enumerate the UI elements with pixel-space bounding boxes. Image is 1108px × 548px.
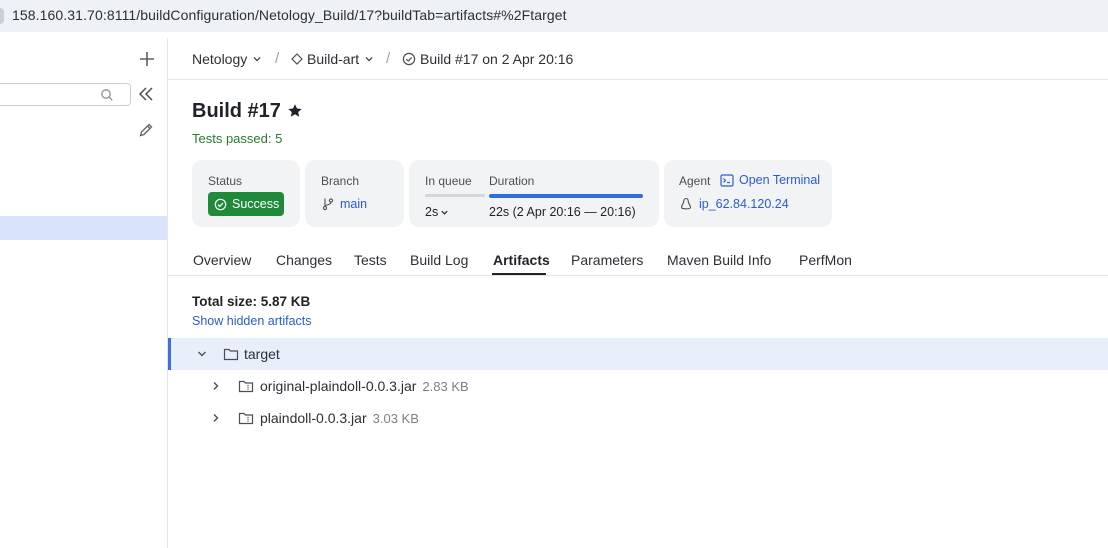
agent-label: Agent <box>679 174 711 188</box>
breadcrumb-project[interactable]: Netology <box>192 51 262 67</box>
folder-name: target <box>244 346 280 362</box>
breadcrumb-build-label: Build #17 on 2 Apr 20:16 <box>420 51 574 67</box>
sidebar-search-input[interactable] <box>0 83 131 106</box>
pencil-icon[interactable] <box>138 122 154 138</box>
queue-value: 2s <box>425 205 439 219</box>
status-card: Status Success <box>192 160 300 227</box>
diamond-icon <box>291 53 303 65</box>
duration-value: 22s (2 Apr 20:16 — 20:16) <box>489 205 636 219</box>
chevron-right-icon[interactable] <box>210 380 222 392</box>
total-size: Total size: 5.87 KB <box>192 294 311 309</box>
breadcrumb: Netology / Build-art / Build #17 on 2 Ap… <box>168 38 1108 80</box>
duration-label: Duration <box>489 174 535 188</box>
tab-artifacts[interactable]: Artifacts <box>493 252 550 268</box>
branch-link[interactable]: main <box>340 197 367 211</box>
url-host: 158.160.31.70 <box>12 7 103 23</box>
url-path: :8111/buildConfiguration/Netology_Build/… <box>102 7 567 23</box>
file-entry: original-plaindoll-0.0.3.jar 2.83 KB <box>260 378 469 394</box>
queue-dropdown[interactable]: 2s <box>425 205 449 219</box>
file-name[interactable]: plaindoll-0.0.3.jar <box>260 410 367 426</box>
git-branch-icon <box>322 198 334 211</box>
search-icon <box>101 89 113 101</box>
status-badge: Success <box>208 192 284 216</box>
file-name[interactable]: original-plaindoll-0.0.3.jar <box>260 378 416 394</box>
breadcrumb-build-config-label: Build-art <box>307 51 360 67</box>
status-value: Success <box>232 197 280 211</box>
plus-icon[interactable] <box>137 49 157 69</box>
chevron-down-icon <box>365 57 373 62</box>
file-size: 3.03 KB <box>372 411 419 426</box>
duration-bar <box>489 194 643 198</box>
archive-icon <box>238 412 254 425</box>
queue-label: In queue <box>425 174 472 188</box>
folder-icon <box>223 348 239 361</box>
tab-build-log[interactable]: Build Log <box>410 252 468 268</box>
chevron-down-icon <box>253 57 261 62</box>
open-terminal-button[interactable]: Open Terminal <box>720 173 820 187</box>
open-terminal-label: Open Terminal <box>739 173 821 187</box>
tree-file-row[interactable]: plaindoll-0.0.3.jar 3.03 KB <box>168 402 1108 434</box>
breadcrumb-separator: / <box>275 50 280 67</box>
sidebar <box>0 38 168 548</box>
collapse-sidebar-icon[interactable] <box>137 85 155 103</box>
status-label: Status <box>208 174 243 188</box>
address-bar[interactable]: 158.160.31.70:8111/buildConfiguration/Ne… <box>0 0 1108 32</box>
breadcrumb-build-config[interactable]: Build-art <box>291 51 374 67</box>
branch-label: Branch <box>321 174 360 188</box>
tree-folder-row[interactable]: target <box>168 338 1108 370</box>
linux-icon <box>680 197 692 210</box>
tests-passed-link[interactable]: Tests passed: 5 <box>192 131 282 146</box>
file-entry: plaindoll-0.0.3.jar 3.03 KB <box>260 410 419 426</box>
terminal-icon <box>720 173 734 187</box>
branch-card: Branch main <box>305 160 404 227</box>
breadcrumb-build[interactable]: Build #17 on 2 Apr 20:16 <box>402 51 573 67</box>
breadcrumb-project-label: Netology <box>192 51 248 67</box>
archive-icon <box>238 380 254 393</box>
branch-value-row[interactable]: main <box>321 197 367 211</box>
tab-perfmon[interactable]: PerfMon <box>799 252 852 268</box>
timing-card: In queue Duration 2s 22s (2 Apr 20:16 — … <box>409 160 659 227</box>
file-size: 2.83 KB <box>422 379 469 394</box>
tab-parameters[interactable]: Parameters <box>571 252 643 268</box>
chevron-right-icon[interactable] <box>210 412 222 424</box>
show-hidden-artifacts-link[interactable]: Show hidden artifacts <box>192 314 312 328</box>
tab-overview[interactable]: Overview <box>193 252 251 268</box>
chevron-down-icon <box>441 210 448 215</box>
check-circle-icon <box>402 52 416 66</box>
agent-value-row[interactable]: ip_62.84.120.24 <box>679 197 789 211</box>
star-icon[interactable] <box>287 103 303 119</box>
tree-file-row[interactable]: original-plaindoll-0.0.3.jar 2.83 KB <box>168 370 1108 402</box>
page-title: Build #17 <box>192 100 281 122</box>
url-text[interactable]: 158.160.31.70:8111/buildConfiguration/Ne… <box>12 7 567 23</box>
agent-link[interactable]: ip_62.84.120.24 <box>699 197 789 211</box>
breadcrumb-separator: / <box>386 50 391 67</box>
tab-tests[interactable]: Tests <box>354 252 387 268</box>
tab-changes[interactable]: Changes <box>276 252 332 268</box>
tab-maven-build-info[interactable]: Maven Build Info <box>667 252 771 268</box>
chevron-down-icon[interactable] <box>196 348 208 360</box>
sidebar-selected-item[interactable] <box>0 216 167 240</box>
address-bar-edge <box>0 8 4 24</box>
active-tab-indicator <box>492 273 546 275</box>
build-tabs: Overview Changes Tests Build Log Artifac… <box>168 246 1108 276</box>
check-circle-icon <box>214 198 227 210</box>
queue-bar <box>425 194 485 197</box>
agent-card: Agent Open Terminal ip_62.84.120.24 <box>664 160 832 227</box>
